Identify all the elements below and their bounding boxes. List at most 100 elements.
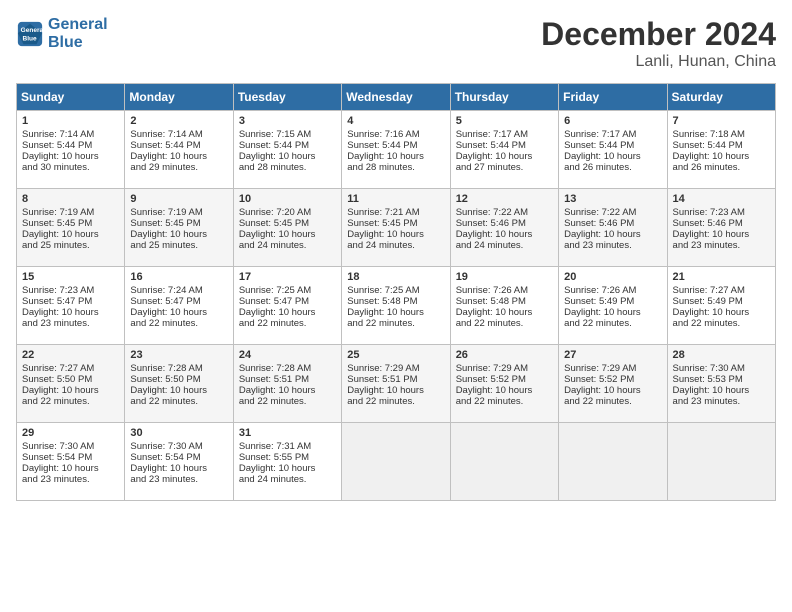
logo-icon: General Blue: [16, 20, 44, 48]
day-info-line: Sunrise: 7:14 AM: [130, 129, 227, 140]
title-block: December 2024 Lanli, Hunan, China: [541, 16, 776, 71]
day-info-line: and 29 minutes.: [130, 162, 227, 173]
day-info-line: Sunrise: 7:29 AM: [564, 363, 661, 374]
day-info-line: Sunrise: 7:29 AM: [456, 363, 553, 374]
calendar-cell: 14Sunrise: 7:23 AMSunset: 5:46 PMDayligh…: [667, 189, 775, 267]
day-info-line: Sunrise: 7:23 AM: [673, 207, 770, 218]
day-number: 16: [130, 271, 227, 283]
calendar-cell: 20Sunrise: 7:26 AMSunset: 5:49 PMDayligh…: [559, 267, 667, 345]
day-info-line: Daylight: 10 hours: [239, 463, 336, 474]
day-info-line: Daylight: 10 hours: [130, 463, 227, 474]
weekday-header: Saturday: [667, 84, 775, 111]
calendar-cell: 21Sunrise: 7:27 AMSunset: 5:49 PMDayligh…: [667, 267, 775, 345]
day-info-line: Daylight: 10 hours: [347, 385, 444, 396]
day-info-line: Sunset: 5:51 PM: [239, 374, 336, 385]
day-info-line: Daylight: 10 hours: [22, 463, 119, 474]
day-info-line: Sunset: 5:46 PM: [673, 218, 770, 229]
calendar-cell: 1Sunrise: 7:14 AMSunset: 5:44 PMDaylight…: [17, 111, 125, 189]
day-info-line: Sunset: 5:52 PM: [456, 374, 553, 385]
day-number: 5: [456, 115, 553, 127]
day-info-line: Daylight: 10 hours: [22, 385, 119, 396]
day-info-line: Daylight: 10 hours: [564, 229, 661, 240]
day-info-line: Sunrise: 7:21 AM: [347, 207, 444, 218]
day-number: 8: [22, 193, 119, 205]
day-info-line: and 23 minutes.: [564, 240, 661, 251]
day-info-line: Daylight: 10 hours: [347, 151, 444, 162]
day-info-line: and 27 minutes.: [456, 162, 553, 173]
day-info-line: Sunrise: 7:25 AM: [239, 285, 336, 296]
day-number: 21: [673, 271, 770, 283]
day-number: 31: [239, 427, 336, 439]
calendar-cell: 24Sunrise: 7:28 AMSunset: 5:51 PMDayligh…: [233, 345, 341, 423]
day-info-line: Sunset: 5:54 PM: [22, 452, 119, 463]
day-info-line: Sunset: 5:45 PM: [347, 218, 444, 229]
day-info-line: Sunrise: 7:20 AM: [239, 207, 336, 218]
day-info-line: and 22 minutes.: [239, 318, 336, 329]
day-number: 25: [347, 349, 444, 361]
weekday-header: Friday: [559, 84, 667, 111]
day-number: 13: [564, 193, 661, 205]
day-number: 11: [347, 193, 444, 205]
day-info-line: Sunrise: 7:18 AM: [673, 129, 770, 140]
calendar-cell: 3Sunrise: 7:15 AMSunset: 5:44 PMDaylight…: [233, 111, 341, 189]
calendar-week-row: 1Sunrise: 7:14 AMSunset: 5:44 PMDaylight…: [17, 111, 776, 189]
day-info-line: and 22 minutes.: [673, 318, 770, 329]
day-info-line: and 26 minutes.: [673, 162, 770, 173]
calendar-cell: 2Sunrise: 7:14 AMSunset: 5:44 PMDaylight…: [125, 111, 233, 189]
day-info-line: Sunrise: 7:23 AM: [22, 285, 119, 296]
day-info-line: and 23 minutes.: [673, 240, 770, 251]
calendar-cell: 23Sunrise: 7:28 AMSunset: 5:50 PMDayligh…: [125, 345, 233, 423]
svg-text:General: General: [21, 27, 44, 34]
day-info-line: and 22 minutes.: [347, 396, 444, 407]
day-number: 14: [673, 193, 770, 205]
day-number: 15: [22, 271, 119, 283]
day-number: 30: [130, 427, 227, 439]
day-info-line: Daylight: 10 hours: [347, 307, 444, 318]
day-info-line: Sunrise: 7:27 AM: [673, 285, 770, 296]
day-info-line: and 22 minutes.: [564, 318, 661, 329]
weekday-header: Sunday: [17, 84, 125, 111]
day-info-line: Daylight: 10 hours: [673, 307, 770, 318]
calendar-cell: [342, 423, 450, 501]
weekday-header: Monday: [125, 84, 233, 111]
day-info-line: Sunrise: 7:27 AM: [22, 363, 119, 374]
day-number: 22: [22, 349, 119, 361]
day-info-line: and 25 minutes.: [130, 240, 227, 251]
day-info-line: Sunrise: 7:19 AM: [130, 207, 227, 218]
day-number: 19: [456, 271, 553, 283]
day-info-line: Daylight: 10 hours: [347, 229, 444, 240]
day-info-line: Sunset: 5:54 PM: [130, 452, 227, 463]
day-info-line: Daylight: 10 hours: [456, 151, 553, 162]
day-info-line: Sunset: 5:47 PM: [22, 296, 119, 307]
day-info-line: Sunset: 5:45 PM: [239, 218, 336, 229]
day-info-line: Daylight: 10 hours: [239, 229, 336, 240]
weekday-header: Thursday: [450, 84, 558, 111]
day-info-line: Sunset: 5:44 PM: [456, 140, 553, 151]
day-info-line: Sunset: 5:44 PM: [22, 140, 119, 151]
calendar-cell: 22Sunrise: 7:27 AMSunset: 5:50 PMDayligh…: [17, 345, 125, 423]
day-info-line: Daylight: 10 hours: [673, 385, 770, 396]
calendar-cell: 13Sunrise: 7:22 AMSunset: 5:46 PMDayligh…: [559, 189, 667, 267]
day-info-line: Sunrise: 7:22 AM: [564, 207, 661, 218]
day-number: 3: [239, 115, 336, 127]
day-info-line: Sunset: 5:46 PM: [456, 218, 553, 229]
logo-line2: Blue: [48, 34, 108, 52]
day-info-line: and 23 minutes.: [22, 474, 119, 485]
day-info-line: and 24 minutes.: [239, 474, 336, 485]
month-title: December 2024: [541, 16, 776, 53]
day-number: 9: [130, 193, 227, 205]
day-info-line: and 22 minutes.: [130, 396, 227, 407]
day-info-line: and 30 minutes.: [22, 162, 119, 173]
day-info-line: Sunset: 5:50 PM: [130, 374, 227, 385]
weekday-header: Wednesday: [342, 84, 450, 111]
svg-text:Blue: Blue: [23, 35, 37, 42]
day-info-line: and 22 minutes.: [456, 396, 553, 407]
day-info-line: and 23 minutes.: [130, 474, 227, 485]
day-info-line: Sunrise: 7:24 AM: [130, 285, 227, 296]
day-info-line: Daylight: 10 hours: [564, 385, 661, 396]
day-number: 12: [456, 193, 553, 205]
day-info-line: and 22 minutes.: [347, 318, 444, 329]
day-info-line: and 23 minutes.: [673, 396, 770, 407]
day-info-line: Sunset: 5:45 PM: [22, 218, 119, 229]
day-number: 1: [22, 115, 119, 127]
